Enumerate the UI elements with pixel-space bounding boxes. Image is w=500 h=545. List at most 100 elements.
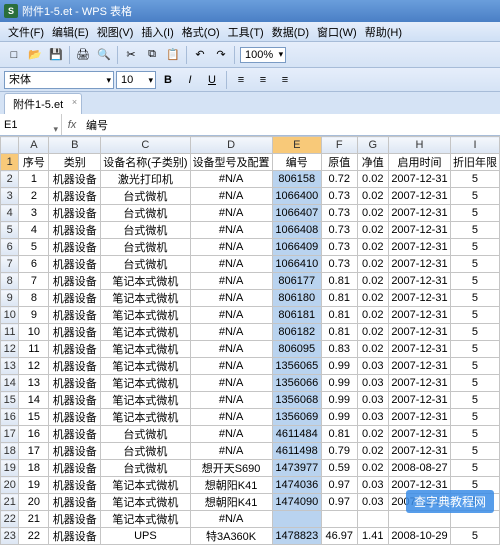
cell[interactable]: 机器设备: [49, 290, 101, 307]
cell[interactable]: 3: [19, 205, 49, 222]
cell[interactable]: 笔记本式微机: [101, 375, 190, 392]
cell[interactable]: #N/A: [190, 426, 272, 443]
col-header[interactable]: A: [19, 137, 49, 154]
cell[interactable]: 2007-12-31: [388, 256, 450, 273]
cell[interactable]: 5: [450, 273, 499, 290]
cell[interactable]: 5: [450, 188, 499, 205]
col-header[interactable]: F: [322, 137, 358, 154]
cell[interactable]: 笔记本式微机: [101, 307, 190, 324]
cell[interactable]: 折旧年限: [450, 154, 499, 171]
cell[interactable]: #N/A: [190, 205, 272, 222]
cell[interactable]: 15: [19, 409, 49, 426]
cell[interactable]: 台式微机: [101, 426, 190, 443]
cell[interactable]: 笔记本式微机: [101, 477, 190, 494]
print-button[interactable]: 🖨: [73, 45, 93, 65]
cell[interactable]: 1066408: [272, 222, 321, 239]
cell[interactable]: 1066409: [272, 239, 321, 256]
cell[interactable]: 机器设备: [49, 171, 101, 188]
cell[interactable]: 笔记本式微机: [101, 494, 190, 511]
cell[interactable]: #N/A: [190, 392, 272, 409]
cell[interactable]: 想开天S690: [190, 460, 272, 477]
cell[interactable]: 设备名称(子类别): [101, 154, 190, 171]
cell[interactable]: 1066400: [272, 188, 321, 205]
cell[interactable]: 1478823: [272, 528, 321, 545]
cell[interactable]: 1.41: [357, 528, 388, 545]
cell[interactable]: 原值: [322, 154, 358, 171]
cell[interactable]: 0.02: [357, 307, 388, 324]
cell[interactable]: #N/A: [190, 324, 272, 341]
cell[interactable]: 机器设备: [49, 239, 101, 256]
cell[interactable]: 机器设备: [49, 511, 101, 528]
cell[interactable]: UPS: [101, 528, 190, 545]
cell[interactable]: 机器设备: [49, 341, 101, 358]
row-header[interactable]: 22: [1, 511, 19, 528]
cell[interactable]: 0.97: [322, 494, 358, 511]
row-header[interactable]: 19: [1, 460, 19, 477]
cell[interactable]: 19: [19, 477, 49, 494]
cell[interactable]: [272, 511, 321, 528]
cell[interactable]: 台式微机: [101, 188, 190, 205]
cell[interactable]: 1356069: [272, 409, 321, 426]
cell[interactable]: 5: [450, 426, 499, 443]
preview-button[interactable]: 🔍: [94, 45, 114, 65]
cell[interactable]: [450, 511, 499, 528]
row-header[interactable]: 1: [1, 154, 19, 171]
cell[interactable]: 2007-12-31: [388, 307, 450, 324]
cell[interactable]: 0.81: [322, 307, 358, 324]
row-header[interactable]: 11: [1, 324, 19, 341]
cell[interactable]: 0.99: [322, 358, 358, 375]
cell[interactable]: 2008-08-27: [388, 460, 450, 477]
cell[interactable]: [322, 511, 358, 528]
cell[interactable]: 5: [450, 409, 499, 426]
cell[interactable]: 0.79: [322, 443, 358, 460]
menu-item[interactable]: 视图(V): [93, 22, 138, 42]
cell[interactable]: 0.81: [322, 290, 358, 307]
cell[interactable]: 0.02: [357, 324, 388, 341]
cell[interactable]: 笔记本式微机: [101, 358, 190, 375]
cell[interactable]: 1356066: [272, 375, 321, 392]
cell[interactable]: 0.99: [322, 392, 358, 409]
cell[interactable]: 机器设备: [49, 409, 101, 426]
menu-item[interactable]: 帮助(H): [361, 22, 406, 42]
cell[interactable]: 2007-12-31: [388, 443, 450, 460]
cell[interactable]: 机器设备: [49, 528, 101, 545]
cell[interactable]: 0.73: [322, 256, 358, 273]
cell[interactable]: 0.02: [357, 290, 388, 307]
cell[interactable]: 0.03: [357, 392, 388, 409]
cell[interactable]: 笔记本式微机: [101, 273, 190, 290]
row-header[interactable]: 16: [1, 409, 19, 426]
align-left-button[interactable]: ≡: [231, 70, 251, 90]
underline-button[interactable]: U: [202, 70, 222, 90]
col-header[interactable]: I: [450, 137, 499, 154]
cell[interactable]: 0.81: [322, 324, 358, 341]
cell[interactable]: #N/A: [190, 375, 272, 392]
row-header[interactable]: 20: [1, 477, 19, 494]
cell[interactable]: 0.73: [322, 239, 358, 256]
formula-input[interactable]: 编号: [82, 117, 500, 133]
menu-item[interactable]: 窗口(W): [313, 22, 361, 42]
cell[interactable]: 4: [19, 222, 49, 239]
cell[interactable]: 0.02: [357, 273, 388, 290]
cell[interactable]: 笔记本式微机: [101, 324, 190, 341]
cell[interactable]: 机器设备: [49, 477, 101, 494]
row-header[interactable]: 23: [1, 528, 19, 545]
cell[interactable]: #N/A: [190, 256, 272, 273]
cell[interactable]: #N/A: [190, 409, 272, 426]
cell[interactable]: 类别: [49, 154, 101, 171]
paste-button[interactable]: 📋: [163, 45, 183, 65]
align-center-button[interactable]: ≡: [253, 70, 273, 90]
cell[interactable]: 5: [450, 205, 499, 222]
cell[interactable]: 台式微机: [101, 239, 190, 256]
row-header[interactable]: 17: [1, 426, 19, 443]
cell[interactable]: 笔记本式微机: [101, 290, 190, 307]
bold-button[interactable]: B: [158, 70, 178, 90]
cell[interactable]: 2007-12-31: [388, 205, 450, 222]
cell[interactable]: 想朝阳K41: [190, 494, 272, 511]
cell[interactable]: 8: [19, 290, 49, 307]
cell[interactable]: 2007-12-31: [388, 409, 450, 426]
cell[interactable]: 台式微机: [101, 205, 190, 222]
cell[interactable]: #N/A: [190, 511, 272, 528]
cell[interactable]: #N/A: [190, 222, 272, 239]
cell[interactable]: 0.83: [322, 341, 358, 358]
cell[interactable]: 0.99: [322, 409, 358, 426]
